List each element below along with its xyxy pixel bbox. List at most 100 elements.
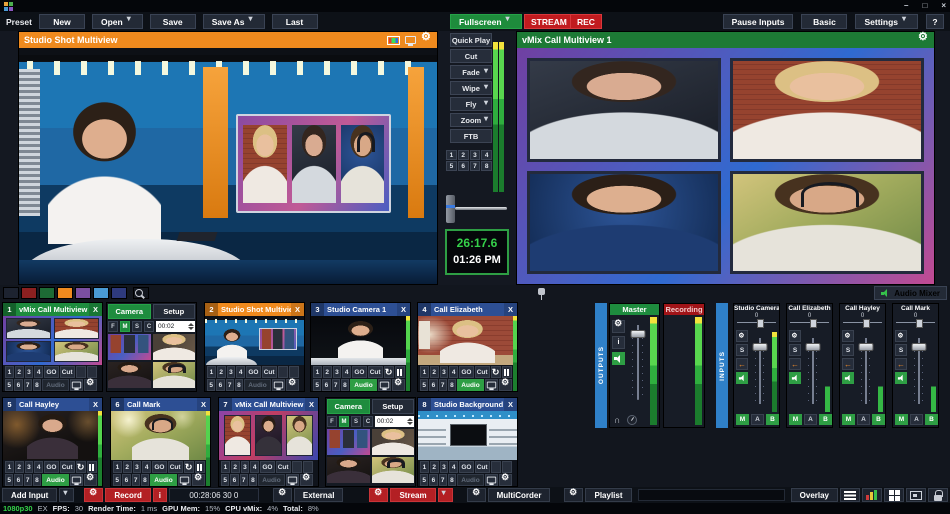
record-settings-gear-icon[interactable] bbox=[84, 488, 103, 502]
overlay-3-button[interactable]: 3 bbox=[133, 461, 142, 473]
overlay-5-button[interactable]: 5 bbox=[420, 379, 428, 391]
input-header[interactable]: 7 vMix Call Multiview 2 X bbox=[219, 398, 318, 411]
preview-header[interactable]: Studio Shot Multiview bbox=[19, 32, 437, 48]
gear-icon[interactable] bbox=[286, 379, 299, 391]
grid-view-icon[interactable] bbox=[884, 488, 904, 502]
pan-slider[interactable] bbox=[790, 319, 829, 327]
overlay-2-button[interactable]: 2 bbox=[430, 461, 439, 473]
audio-button[interactable]: Audio bbox=[42, 379, 69, 391]
overlay-8-button[interactable]: 8 bbox=[33, 379, 41, 391]
input-header[interactable]: 2 Studio Shot Multiview X bbox=[205, 303, 304, 316]
input-thumbnail[interactable] bbox=[418, 316, 517, 365]
close-icon[interactable]: X bbox=[305, 398, 318, 411]
chevron-down-icon[interactable] bbox=[484, 102, 491, 109]
save-button[interactable]: Save bbox=[150, 14, 196, 29]
record-info-button[interactable]: i bbox=[153, 488, 167, 502]
input-panel[interactable]: 4 Call Elizabeth X 1 2 3 4 GO C bbox=[417, 302, 518, 392]
overlay-2-button[interactable]: 2 bbox=[123, 461, 132, 473]
speaker-icon[interactable] bbox=[789, 372, 801, 384]
pause-inputs-button[interactable]: Pause Inputs bbox=[723, 14, 794, 29]
add-input-dropdown[interactable] bbox=[59, 488, 74, 502]
overlay-6-button[interactable]: 6 bbox=[122, 474, 130, 486]
solo-button[interactable]: S bbox=[842, 344, 854, 356]
stepper-arrows-icon[interactable] bbox=[187, 322, 193, 331]
multicorder-settings-gear-icon[interactable] bbox=[467, 488, 486, 502]
overlay-7-button[interactable]: 7 bbox=[439, 474, 447, 486]
solo-button[interactable]: S bbox=[789, 344, 801, 356]
camera-preset-thumb[interactable] bbox=[153, 334, 196, 360]
input-title[interactable]: Call Hayley bbox=[16, 398, 89, 411]
cut-button[interactable]: Cut bbox=[475, 366, 490, 378]
stream-status-button[interactable]: STREAM bbox=[524, 14, 574, 29]
overlay-number-button[interactable]: 5 bbox=[446, 161, 457, 171]
audio-button[interactable]: Audio bbox=[244, 379, 271, 391]
mode-c-button[interactable]: C bbox=[144, 321, 154, 332]
stream-settings-gear-icon[interactable] bbox=[369, 488, 388, 502]
go-button[interactable]: GO bbox=[459, 461, 474, 473]
overlay-3-button[interactable]: 3 bbox=[440, 461, 449, 473]
mode-m-button[interactable]: M bbox=[120, 321, 130, 332]
overlay-4-button[interactable]: 4 bbox=[250, 461, 259, 473]
overlay-3-button[interactable]: 3 bbox=[241, 461, 250, 473]
cut-button[interactable]: Cut bbox=[450, 49, 492, 63]
overlay-7-button[interactable]: 7 bbox=[332, 379, 340, 391]
close-icon[interactable]: X bbox=[291, 303, 304, 316]
audio-button[interactable]: Audio bbox=[258, 474, 285, 486]
bus-a-button[interactable]: A bbox=[910, 414, 923, 425]
overlay-1-button[interactable]: 1 bbox=[313, 366, 322, 378]
gear-icon[interactable] bbox=[84, 474, 97, 486]
overlay-8-button[interactable]: 8 bbox=[249, 474, 257, 486]
overlay-5-button[interactable]: 5 bbox=[221, 474, 229, 486]
pan-slider[interactable] bbox=[896, 319, 935, 327]
duration-stepper[interactable]: 00:02 bbox=[156, 321, 195, 332]
overlay-3-button[interactable]: 3 bbox=[227, 366, 236, 378]
speaker-icon[interactable] bbox=[842, 372, 854, 384]
camera-button[interactable]: Camera bbox=[327, 399, 370, 414]
gear-icon[interactable] bbox=[842, 330, 854, 342]
overlay-8-button[interactable]: 8 bbox=[235, 379, 243, 391]
input-header[interactable]: 3 Studio Camera 1 X bbox=[311, 303, 410, 316]
go-button[interactable]: GO bbox=[352, 366, 367, 378]
external-button[interactable]: External bbox=[294, 488, 344, 502]
tbar-handle[interactable] bbox=[446, 195, 455, 223]
monitor-icon[interactable] bbox=[286, 474, 299, 486]
overlay-7-button[interactable]: 7 bbox=[24, 474, 32, 486]
last-button[interactable]: Last bbox=[272, 14, 318, 29]
pause-icon[interactable] bbox=[303, 461, 313, 473]
overlay-2-button[interactable]: 2 bbox=[323, 366, 332, 378]
pause-icon[interactable] bbox=[395, 366, 405, 378]
pause-icon[interactable] bbox=[87, 461, 97, 473]
setup-button[interactable]: Setup bbox=[372, 399, 415, 414]
transition-tbar[interactable] bbox=[446, 195, 508, 225]
loop-icon[interactable] bbox=[491, 461, 501, 473]
bus-master-button[interactable]: M bbox=[842, 414, 855, 425]
transition-effect-button[interactable]: Fade bbox=[450, 65, 492, 79]
duration-stepper[interactable]: 00:02 bbox=[375, 416, 414, 427]
cut-button[interactable]: Cut bbox=[60, 366, 75, 378]
overlay-1-button[interactable]: 1 bbox=[5, 366, 14, 378]
overlay-8-button[interactable]: 8 bbox=[448, 474, 456, 486]
overlay-4-button[interactable]: 4 bbox=[236, 366, 245, 378]
cut-button[interactable]: Cut bbox=[276, 461, 291, 473]
category-color-swatch[interactable] bbox=[3, 287, 19, 299]
overlay-3-button[interactable]: 3 bbox=[440, 366, 449, 378]
go-button[interactable]: GO bbox=[44, 366, 59, 378]
save-as-button[interactable]: Save As bbox=[203, 14, 265, 29]
overlay-4-button[interactable]: 4 bbox=[142, 461, 151, 473]
multicorder-button[interactable]: MultiCorder bbox=[488, 488, 551, 502]
input-thumbnail[interactable] bbox=[219, 411, 318, 460]
chevron-down-icon[interactable] bbox=[902, 18, 909, 25]
chevron-down-icon[interactable] bbox=[484, 70, 491, 77]
monitor-icon[interactable] bbox=[405, 36, 416, 44]
overlay-8-button[interactable]: 8 bbox=[33, 474, 41, 486]
overlay-number-button[interactable]: 4 bbox=[481, 150, 492, 160]
overlay-4-button[interactable]: 4 bbox=[449, 461, 458, 473]
preview-video[interactable] bbox=[19, 48, 437, 284]
category-color-swatch[interactable] bbox=[21, 287, 37, 299]
close-icon[interactable]: X bbox=[504, 398, 517, 411]
input-header[interactable]: 4 Call Elizabeth X bbox=[418, 303, 517, 316]
gear-icon[interactable] bbox=[392, 379, 405, 391]
program-header[interactable]: vMix Call Multiview 1 bbox=[517, 32, 934, 48]
overlay-number-button[interactable]: 3 bbox=[470, 150, 481, 160]
input-panel[interactable]: 1 vMix Call Multiview 1 X 1 2 3 4 GO bbox=[2, 302, 103, 392]
